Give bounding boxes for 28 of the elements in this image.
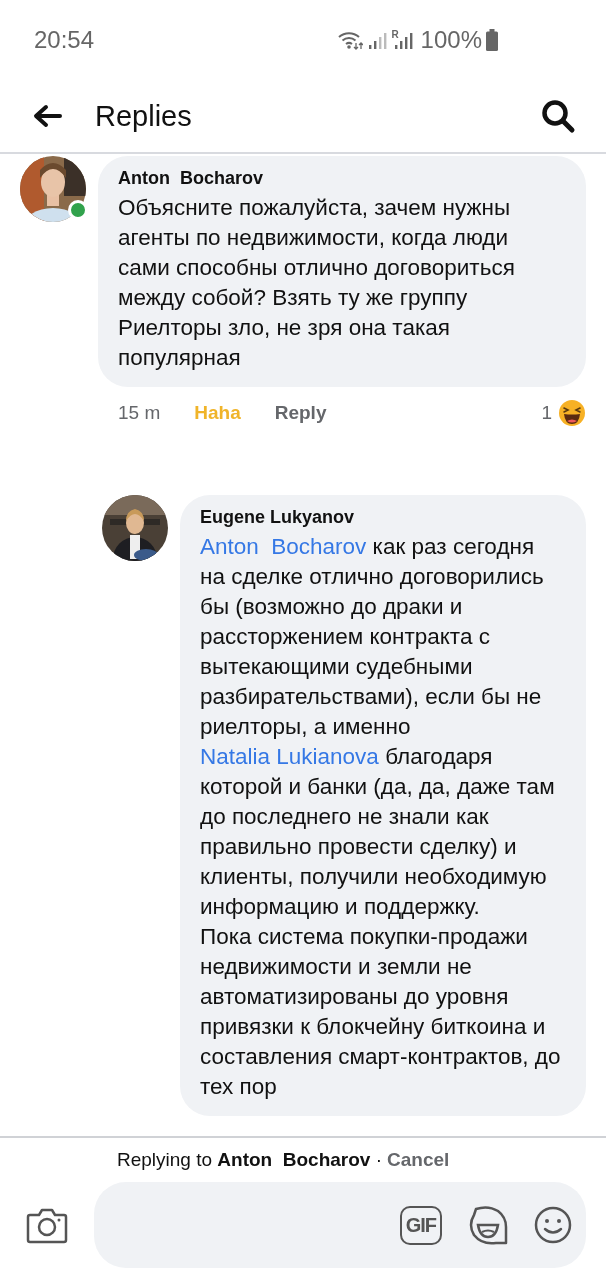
- mention-link[interactable]: Anton Bocharov: [200, 534, 367, 559]
- emoji-icon[interactable]: [534, 1206, 572, 1244]
- comment-input[interactable]: GIF: [94, 1182, 586, 1268]
- author-name[interactable]: Eugene Lukyanov: [200, 507, 564, 528]
- comment-text: Anton Bocharov как раз сегодня на сделке отлично договорились бы (возможно до драки и расcторжением контракта с вытекающими судебными разбирательствами), если бы не риелторы, а именно Natalia Lukianova благодаря которой и банки (да, да, даже там до последнего не знали как правильно провести сделку) и клиенты, получили необходимую информацию и поддержку.: [200, 533, 556, 921]
- gif-button[interactable]: GIF: [399, 1205, 442, 1245]
- cancel-link[interactable]: Cancel: [387, 1149, 450, 1171]
- reply-link[interactable]: Reply: [274, 402, 327, 424]
- battery-icon: [486, 29, 498, 51]
- signal-icon: [392, 30, 413, 50]
- wifi-icon: [337, 30, 364, 50]
- replying-notice: Replying to Anton Bocharov ·: [117, 1149, 382, 1171]
- comment-text: Объясните пожалуйста, зачем нужны агенты по недвижимости, когда люди сами способны отлично договориться между собой? Взять ту же группу Риелторы зло, не зря она такая популярная: [118, 194, 516, 372]
- reaction-count: 1: [541, 402, 552, 424]
- camera-icon[interactable]: [26, 1206, 68, 1244]
- comment-time: 15 m: [118, 402, 161, 424]
- mention-link[interactable]: Natalia Lukianova: [200, 744, 379, 769]
- back-arrow-icon[interactable]: [32, 104, 62, 128]
- laughing-emoji-icon: [558, 399, 586, 427]
- roaming-mark: R: [391, 30, 399, 40]
- sticker-icon[interactable]: [468, 1205, 508, 1245]
- author-name[interactable]: Anton Bocharov: [118, 168, 564, 189]
- page-title: Replies: [95, 99, 193, 133]
- clock-time: 20:54: [34, 26, 95, 54]
- search-icon[interactable]: [540, 98, 576, 134]
- signal-icon: [367, 30, 388, 50]
- battery-level: 100%: [420, 26, 482, 54]
- comment-text: Пока система покупки-продажи недвижимости и земли не автоматизированы до уровня привязки к блокчейну биткоина и составления смарт-контрактов, до тех пор: [200, 923, 562, 1101]
